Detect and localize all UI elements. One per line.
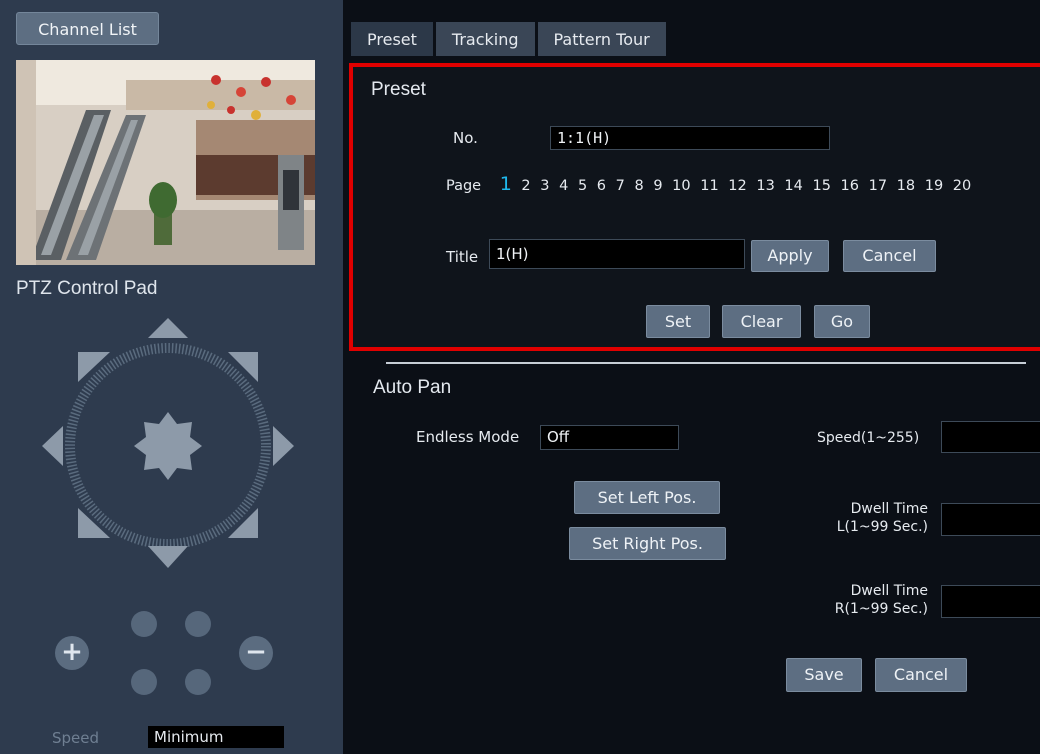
tab-preset[interactable]: Preset: [351, 22, 433, 56]
page-link-12[interactable]: 12: [728, 178, 746, 194]
page-selector: Page 1 2 3 4 5 6 7 8 9 10 11 12 13 14 15…: [446, 173, 976, 195]
dwell-time-l-label: Dwell Time L(1~99 Sec.): [788, 500, 928, 536]
arrow-up-right-icon[interactable]: [228, 352, 258, 382]
page-link-14[interactable]: 14: [784, 178, 802, 194]
page-link-17[interactable]: 17: [869, 178, 887, 194]
dwell-time-l-line2: L(1~99 Sec.): [836, 519, 928, 535]
arrow-down-icon[interactable]: [148, 546, 188, 568]
ptz-sidebar: Channel List PTZ Control Pad + − Speed M…: [0, 0, 343, 754]
iris-close-icon[interactable]: [185, 669, 211, 695]
page-link-19[interactable]: 19: [925, 178, 943, 194]
page-link-7[interactable]: 7: [616, 178, 625, 194]
channel-list-button[interactable]: Channel List: [16, 12, 159, 45]
speed-select[interactable]: Minimum: [148, 726, 284, 748]
set-right-pos-button[interactable]: Set Right Pos.: [569, 527, 726, 560]
save-button[interactable]: Save: [786, 658, 862, 692]
camera-image: [16, 60, 315, 265]
focus-far-icon[interactable]: [185, 611, 211, 637]
page-link-16[interactable]: 16: [841, 178, 859, 194]
page-link-8[interactable]: 8: [634, 178, 643, 194]
zoom-out-button[interactable]: −: [239, 636, 273, 670]
page-link-4[interactable]: 4: [559, 178, 568, 194]
tab-bar: Preset Tracking Pattern Tour: [351, 22, 666, 56]
settings-panel: Preset Tracking Pattern Tour Preset No. …: [343, 0, 1040, 754]
speed-label: Speed: [52, 729, 100, 747]
speed-input[interactable]: [941, 421, 1040, 453]
dwell-time-l-input[interactable]: [941, 503, 1040, 536]
title-label: Title: [446, 248, 479, 266]
page-link-10[interactable]: 10: [672, 178, 690, 194]
dwell-time-r-line2: R(1~99 Sec.): [834, 601, 928, 617]
cancel-button[interactable]: Cancel: [843, 240, 936, 272]
preset-section: Preset No. 1:1(H) Page 1 2 3 4 5 6 7 8 9…: [349, 63, 1040, 351]
arrow-up-icon[interactable]: [148, 318, 188, 338]
no-field[interactable]: 1:1(H): [550, 126, 830, 150]
dwell-time-l-line1: Dwell Time: [850, 501, 928, 517]
preset-title: Preset: [371, 79, 426, 100]
ptz-pad: [0, 300, 343, 600]
page-link-20[interactable]: 20: [953, 178, 971, 194]
tab-tracking[interactable]: Tracking: [435, 22, 535, 56]
arrow-left-icon[interactable]: [42, 426, 63, 466]
dwell-time-r-label: Dwell Time R(1~99 Sec.): [788, 582, 928, 618]
auto-pan-cancel-button[interactable]: Cancel: [875, 658, 967, 692]
center-home-icon[interactable]: [134, 412, 202, 480]
endless-mode-label: Endless Mode: [416, 428, 520, 446]
zoom-in-button[interactable]: +: [55, 636, 89, 670]
auto-pan-title: Auto Pan: [373, 377, 452, 398]
ptz-direction-pad: [42, 318, 294, 568]
title-field[interactable]: 1(H): [489, 239, 745, 269]
clear-button[interactable]: Clear: [722, 305, 801, 338]
endless-mode-select[interactable]: Off: [540, 425, 679, 450]
page-link-3[interactable]: 3: [540, 178, 549, 194]
arrow-up-left-icon[interactable]: [78, 352, 110, 382]
page-link-1[interactable]: 1: [500, 173, 512, 195]
dwell-time-r-line1: Dwell Time: [850, 583, 928, 599]
go-button[interactable]: Go: [814, 305, 870, 338]
page-link-9[interactable]: 9: [653, 178, 662, 194]
page-label: Page: [446, 178, 482, 194]
page-link-18[interactable]: 18: [897, 178, 915, 194]
page-link-5[interactable]: 5: [578, 178, 587, 194]
camera-preview: [16, 60, 315, 265]
page-link-15[interactable]: 15: [812, 178, 830, 194]
section-divider: [386, 362, 1026, 364]
apply-button[interactable]: Apply: [751, 240, 829, 272]
iris-open-icon[interactable]: [131, 669, 157, 695]
page-link-11[interactable]: 11: [700, 178, 718, 194]
no-label: No.: [453, 129, 478, 147]
arrow-right-icon[interactable]: [273, 426, 294, 466]
page-link-2[interactable]: 2: [521, 178, 530, 194]
page-link-13[interactable]: 13: [756, 178, 774, 194]
ptz-title: PTZ Control Pad: [16, 278, 158, 299]
focus-near-icon[interactable]: [131, 611, 157, 637]
set-left-pos-button[interactable]: Set Left Pos.: [574, 481, 720, 514]
tab-pattern-tour[interactable]: Pattern Tour: [537, 22, 666, 56]
set-button[interactable]: Set: [646, 305, 710, 338]
page-link-6[interactable]: 6: [597, 178, 606, 194]
dwell-time-r-input[interactable]: [941, 585, 1040, 618]
speed-range-label: Speed(1~255): [817, 430, 920, 446]
